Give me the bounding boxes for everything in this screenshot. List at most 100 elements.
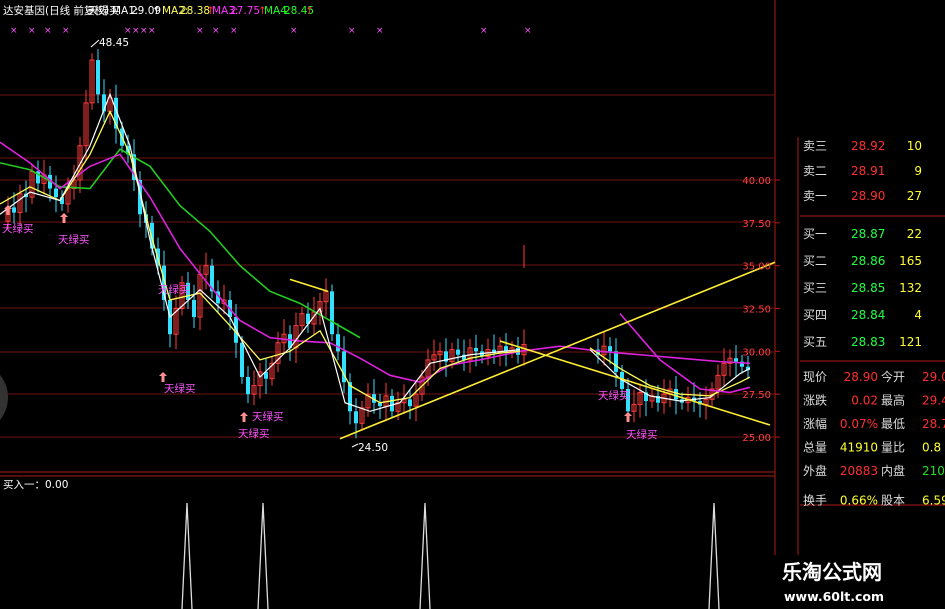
low-label: 24.50 [358,442,388,454]
quote-label: 总量 [803,441,827,455]
quote-panel: 现价 28.90 今开 29.0 涨跌 0.02 最高 29.4 涨幅 0.07% 最低 28.7 总量… [803,369,945,508]
quote-label: 换手 [803,494,827,508]
price-tick-label: 32.50 [742,305,771,316]
signal-x-icon: × [230,26,238,36]
candle-body[interactable] [54,188,58,198]
candle-body[interactable] [674,389,678,400]
price-tick-label: 35.00 [742,262,771,273]
ma4-arrow-icon: ↑ [305,5,314,17]
quote-label: 内盘 [881,463,905,478]
ask-price: 28.90 [851,189,885,203]
signal-x-icon: × [480,26,488,36]
quote-value: 20883 [840,464,878,478]
candle-body[interactable] [354,411,358,424]
candle-body[interactable] [96,60,100,95]
bid-label: 买三 [803,281,827,295]
indicator-spike [419,502,431,609]
quote-value: 0.66% [840,494,878,508]
ask-label: 卖二 [803,164,827,178]
side-scroll-tab[interactable] [0,375,8,420]
signal-x-icon: × [524,26,532,36]
candle-body[interactable] [330,291,334,335]
buy-signal-label: 天绿买 [58,233,90,246]
bid-label: 买五 [803,335,827,349]
chart-header: 达安基因(日线 前复权) 天绿买 MA1: 29.09 ↑ MA2: 28.38… [3,4,314,17]
ask-volume: 9 [914,164,922,178]
candle-body[interactable] [608,346,612,352]
quote-label: 今开 [881,369,905,384]
candle-body[interactable] [246,377,250,395]
quote-label: 最低 [881,417,905,431]
indicator-label: 买入一：0.00 [3,479,68,491]
buy-signals: 天绿买天绿买天绿买天绿买天绿买天绿买天绿买天绿买 [2,205,658,441]
candle-body[interactable] [408,399,412,407]
quote-value: 41910 [840,441,878,455]
quote-value: 0.07% [840,417,878,431]
candle-body[interactable] [12,207,16,213]
buy-arrow-icon [240,412,248,422]
bid-price: 28.87 [851,227,885,241]
quote-value: 28.90 [844,370,878,384]
ma3-line [0,141,751,384]
candle-body[interactable] [192,299,196,318]
signal-x-icon: × [140,26,148,36]
price-tick-label: 25.00 [742,433,771,444]
stock-chart[interactable]: 天绿买天绿买天绿买天绿买天绿买天绿买天绿买天绿买 达安基因(日线 前复权) 天绿… [0,0,945,609]
price-tick-label: 30.00 [742,347,771,358]
ask-label: 卖三 [803,139,827,153]
price-tick-label: 37.50 [742,219,771,230]
quote-label: 股本 [881,494,905,508]
quote-label: 涨跌 [803,393,827,408]
signal-x-icon: × [124,26,132,36]
price-tick-label: 27.50 [742,390,771,401]
buy-signal-label: 天绿买 [2,222,34,235]
bid-volume: 121 [899,335,922,349]
buy-signal-label: 天绿买 [164,382,196,395]
bid-price: 28.84 [851,308,885,322]
price-tick-label: 40.00 [742,176,771,187]
bid-volume: 22 [907,227,922,241]
bid-volume: 132 [899,281,922,295]
ask-price: 28.91 [851,164,885,178]
candlesticks[interactable] [5,49,750,439]
signal-x-icon: × [212,26,220,36]
quote-value: 0.02 [851,394,878,408]
candle-body[interactable] [240,342,244,378]
bid-label: 买一 [803,227,827,241]
signal-x-icon: × [376,26,384,36]
ma4-line [0,148,361,339]
trendline-short [289,278,329,293]
quote-label: 量比 [881,441,905,455]
candle-body[interactable] [390,395,394,412]
indicator-spike [708,502,720,609]
high-label: 48.45 [99,37,129,49]
ma3-value: 27.75 [230,5,260,17]
signal-x-icon: × [348,26,356,36]
candle-body[interactable] [456,349,460,355]
signal-x-icon: × [28,26,36,36]
candle-body[interactable] [614,351,618,372]
candle-body[interactable] [474,347,478,352]
buy-signal-label: 天绿买 [252,410,284,423]
quote-value: 2102 [922,464,945,478]
quote-value: 29.4 [922,394,945,408]
signal-x-icon: × [290,26,298,36]
quote-label: 外盘 [803,463,827,478]
buy-signal-label: 天绿买 [626,428,658,441]
ask-price: 28.92 [851,139,885,153]
candle-body[interactable] [336,334,340,352]
signal-x-icon: × [132,26,140,36]
signal-x-icon: × [196,26,204,36]
indicator-spikes [181,502,720,609]
signal-x-icon: × [44,26,52,36]
quote-label: 最高 [881,393,905,408]
candle-body[interactable] [734,358,738,362]
bid-price: 28.83 [851,335,885,349]
buy-signal-label: 天绿买 [158,283,190,296]
indicator-spike [181,502,193,609]
buy-signal-label: 天绿买 [598,389,630,402]
quote-value: 29.0 [922,370,945,384]
bid-label: 买四 [803,308,827,322]
signal-x-icon: × [62,26,70,36]
bid-price: 28.85 [851,281,885,295]
